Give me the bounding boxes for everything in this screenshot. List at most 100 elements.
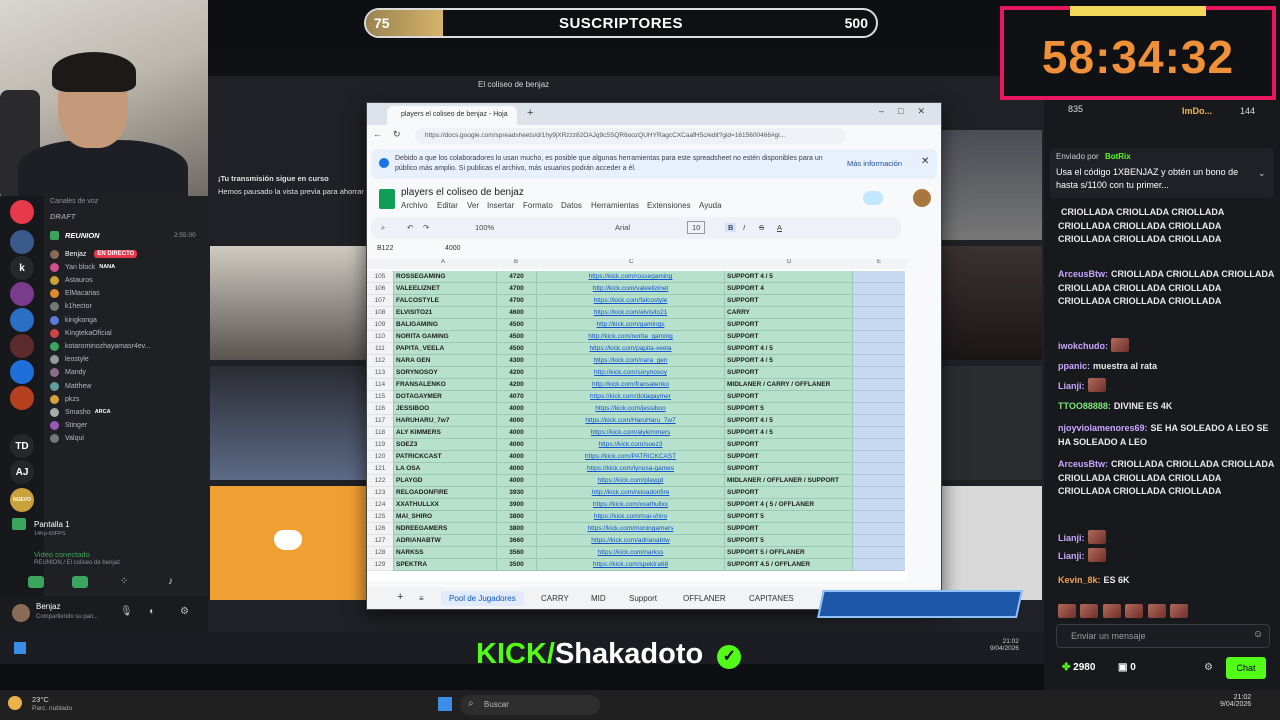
camera-button[interactable] [28, 576, 44, 588]
cell-link[interactable]: https://kick.com/adrianabtw [537, 535, 725, 547]
voice-member[interactable]: Benjaz EN DIRECTO [50, 248, 138, 260]
cell-score[interactable]: 3900 [497, 499, 537, 511]
row-number[interactable]: 109 [367, 319, 393, 331]
table-row[interactable]: 117 HARUHARU_7w7 4000 https://kick.com/Haru… [367, 415, 907, 427]
cell-link[interactable]: https://kick.com/rossegaming [537, 271, 725, 283]
cell-score[interactable]: 4500 [497, 343, 537, 355]
cell-name[interactable]: HARUHARU_7w7 [393, 415, 497, 427]
column-header[interactable]: C [629, 259, 633, 265]
table-row[interactable]: 122 PLAYGD 4000 https://kick.com/playgd MIDL… [367, 475, 907, 487]
redo-icon[interactable]: ↷ [423, 223, 429, 232]
chat-message[interactable]: TTOO88888: DIVINE ES 4K [1058, 400, 1274, 414]
sheet-tab-pool[interactable]: Pool de Jugadores [441, 591, 524, 606]
cell-role[interactable]: SUPPORT 4 [725, 283, 853, 295]
cell-score[interactable]: 4700 [497, 283, 537, 295]
cell-name[interactable]: FRANSALENKO [393, 379, 497, 391]
participant-camera[interactable] [942, 246, 1042, 360]
participant-camera[interactable] [942, 366, 1042, 480]
cell-link[interactable]: http://kick.com/fransalenko [537, 379, 725, 391]
chat-username[interactable]: TTOO88888: [1058, 401, 1111, 411]
share-screen-button[interactable] [72, 576, 88, 588]
cell-empty[interactable] [853, 355, 905, 367]
table-row[interactable]: 129 SPEKTRA 3500 https://kick.com/spektra68… [367, 559, 907, 571]
chat-username[interactable]: iwokchudo: [1058, 341, 1108, 351]
guild-nuevo[interactable]: NUEVO [10, 488, 34, 512]
table-row[interactable]: 120 PATRICKCAST 4000 https://kick.com/PATRI… [367, 451, 907, 463]
cell-role[interactable]: SUPPORT [725, 487, 853, 499]
top-gifter[interactable]: ImDo... [1182, 106, 1212, 116]
cell-link[interactable]: https://kick.com/xxathullxx [537, 499, 725, 511]
cell-role[interactable]: SUPPORT 5 [725, 511, 853, 523]
chat-username[interactable]: njoyviolamenores69: [1058, 423, 1148, 433]
cell-role[interactable]: SUPPORT 4 / 5 [725, 427, 853, 439]
row-number[interactable]: 112 [367, 355, 393, 367]
row-number[interactable]: 113 [367, 367, 393, 379]
table-row[interactable]: 126 NDREEGAMERS 3800 https://kick.com/monin… [367, 523, 907, 535]
guild-icon[interactable] [10, 386, 34, 410]
activities-icon[interactable]: ⁘ [120, 576, 132, 588]
table-row[interactable]: 114 FRANSALENKO 4200 http://kick.com/fransa… [367, 379, 907, 391]
cell-name[interactable]: ELVISITO21 [393, 307, 497, 319]
cell-name[interactable]: SPEKTRA [393, 559, 497, 571]
row-number[interactable]: 110 [367, 331, 393, 343]
taskbar-search[interactable]: ⌕ Buscar [460, 695, 600, 715]
cell-score[interactable]: 4200 [497, 379, 537, 391]
participant-camera[interactable] [210, 366, 366, 480]
cell-empty[interactable] [853, 307, 905, 319]
chat-username[interactable]: ArceusBtw: [1058, 269, 1108, 279]
cell-role[interactable]: SUPPORT [725, 451, 853, 463]
text-color-icon[interactable]: A [777, 223, 782, 232]
cell-role[interactable]: SUPPORT 4 / 5 [725, 415, 853, 427]
cell-name[interactable]: XXATHULLXX [393, 499, 497, 511]
undo-icon[interactable]: ↶ [407, 223, 413, 232]
menu-extensiones[interactable]: Extensiones [647, 201, 691, 210]
back-icon[interactable]: ← [373, 129, 382, 139]
windows-start-icon[interactable] [14, 642, 26, 654]
row-number[interactable]: 120 [367, 451, 393, 463]
emote-icon[interactable] [1147, 604, 1166, 618]
cell-empty[interactable] [853, 379, 905, 391]
row-number[interactable]: 106 [367, 283, 393, 295]
name-box[interactable]: B122 [377, 245, 393, 252]
row-number[interactable]: 119 [367, 439, 393, 451]
more-info-link[interactable]: Más información [847, 159, 902, 169]
cell-link[interactable]: http://kick.com/reloadonfire [537, 487, 725, 499]
add-sheet-icon[interactable]: + [397, 591, 403, 603]
cell-score[interactable]: 4300 [497, 355, 537, 367]
cell-score[interactable]: 3560 [497, 547, 537, 559]
row-number[interactable]: 125 [367, 511, 393, 523]
table-row[interactable]: 121 LA OSA 4000 https://kick.com/lynosa-gam… [367, 463, 907, 475]
cell-score[interactable]: 4200 [497, 367, 537, 379]
menu-herramientas[interactable]: Herramientas [591, 201, 639, 210]
guild-icon[interactable] [10, 230, 34, 254]
cell-name[interactable]: VALEELIZNET [393, 283, 497, 295]
chat-message[interactable]: iwokchudo: [1058, 338, 1274, 354]
participant-camera[interactable] [210, 246, 366, 360]
participant-camera[interactable] [942, 486, 1042, 600]
cell-link[interactable]: https://kick.com/PATRICKCAST [537, 451, 725, 463]
cell-link[interactable]: https://kick.com/narkss [537, 547, 725, 559]
table-row[interactable]: 105 ROSSEGAMING 4720 https://kick.com/rosse… [367, 271, 907, 283]
voice-member[interactable]: Yan block NANA [50, 261, 115, 273]
sheet-tab-support[interactable]: Support [629, 594, 657, 603]
window-controls-icon[interactable]: –□✕ [879, 106, 939, 117]
cell-link[interactable]: https://kick.com/elvisito21 [537, 307, 725, 319]
voice-member[interactable]: leostyle [50, 354, 89, 366]
cell-empty[interactable] [853, 439, 905, 451]
column-header[interactable]: D [787, 259, 791, 265]
font-size-input[interactable]: 10 [687, 221, 706, 234]
cell-score[interactable]: 4500 [497, 331, 537, 343]
emote-icon[interactable] [1170, 604, 1189, 618]
weather-icon[interactable] [8, 696, 22, 710]
cell-link[interactable]: https://kick.com/spektra68 [537, 559, 725, 571]
guild-icon[interactable] [10, 334, 34, 358]
table-row[interactable]: 123 RELOADONFIRE 3930 http://kick.com/reloa… [367, 487, 907, 499]
cell-link[interactable]: https://kick.com/alykimmers [537, 427, 725, 439]
voice-member[interactable]: k1hector [50, 301, 92, 313]
table-row[interactable]: 107 FALCOSTYLE 4700 https://kick.com/falcos… [367, 295, 907, 307]
cell-name[interactable]: RELOADONFIRE [393, 487, 497, 499]
table-row[interactable]: 124 XXATHULLXX 3900 https://kick.com/xxathu… [367, 499, 907, 511]
reload-icon[interactable]: ↻ [393, 129, 401, 140]
cell-name[interactable]: SORYNOSOY [393, 367, 497, 379]
cell-name[interactable]: NORITA GAMING [393, 331, 497, 343]
